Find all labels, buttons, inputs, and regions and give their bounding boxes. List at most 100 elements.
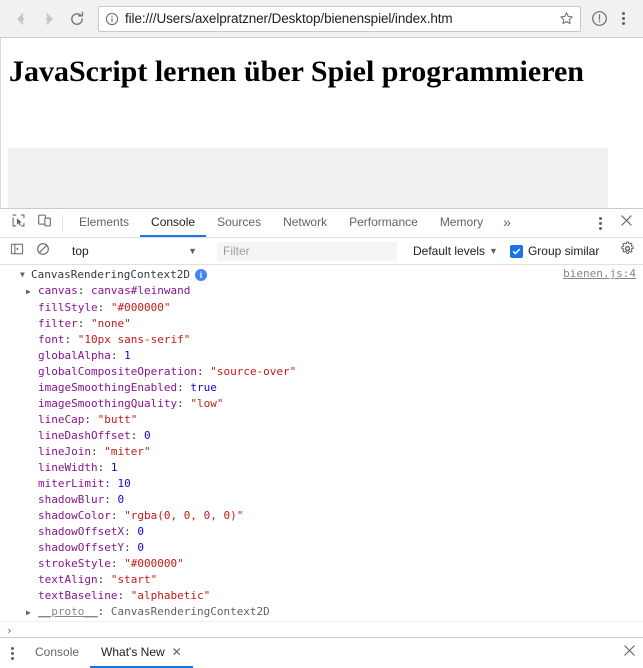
bookmark-star-icon[interactable] bbox=[559, 11, 574, 26]
console-sidebar-button[interactable] bbox=[4, 238, 30, 264]
property-name: __proto__ bbox=[38, 605, 98, 618]
property-name: canvas bbox=[38, 284, 78, 297]
execution-context-selector[interactable]: top ▼ bbox=[67, 241, 202, 261]
devtools-drawer: Console What's New ✕ bbox=[0, 637, 643, 668]
chevron-down-icon: ▼ bbox=[489, 246, 498, 256]
object-property-row: shadowColor: "rgba(0, 0, 0, 0)" bbox=[0, 508, 643, 524]
property-separator: : bbox=[110, 509, 125, 522]
property-value[interactable]: CanvasRenderingContext2D bbox=[111, 605, 270, 618]
tab-network[interactable]: Network bbox=[272, 209, 338, 237]
object-property-row: miterLimit: 10 bbox=[0, 476, 643, 492]
drawer-close-button[interactable] bbox=[615, 638, 643, 668]
property-value[interactable]: canvas#leinwand bbox=[91, 284, 190, 297]
reload-button[interactable] bbox=[64, 6, 90, 32]
disclosure-triangle-collapsed[interactable]: ▶ bbox=[26, 605, 38, 621]
property-separator: : bbox=[97, 573, 111, 586]
three-dot-menu-icon[interactable] bbox=[611, 7, 635, 31]
devtools-close-button[interactable] bbox=[613, 210, 639, 236]
close-icon bbox=[623, 644, 636, 662]
console-filter-input[interactable] bbox=[217, 241, 397, 261]
url-text[interactable]: file:///Users/axelpratzner/Desktop/biene… bbox=[125, 11, 553, 26]
back-button[interactable] bbox=[8, 6, 34, 32]
object-proto-row[interactable]: ▶ __proto__: CanvasRenderingContext2D bbox=[0, 604, 643, 621]
object-property-row[interactable]: ▶ canvas: canvas#leinwand bbox=[0, 283, 643, 300]
source-link[interactable]: bienen.js:4 bbox=[563, 267, 636, 280]
object-property-row: lineJoin: "miter" bbox=[0, 444, 643, 460]
property-separator: : bbox=[97, 301, 111, 314]
drawer-menu-button[interactable] bbox=[0, 638, 24, 668]
object-property-row: lineCap: "butt" bbox=[0, 412, 643, 428]
property-separator: : bbox=[84, 413, 98, 426]
property-name: shadowOffsetX bbox=[38, 525, 125, 538]
object-property-row: imageSmoothingEnabled: true bbox=[0, 380, 643, 396]
chevron-down-icon: ▼ bbox=[188, 246, 197, 256]
property-name: imageSmoothingQuality bbox=[38, 397, 178, 410]
property-separator: : bbox=[124, 541, 138, 554]
property-value: "miter" bbox=[104, 445, 151, 458]
log-levels-selector[interactable]: Default levels ▼ bbox=[413, 244, 498, 258]
property-value: true bbox=[190, 381, 217, 394]
property-separator: : bbox=[64, 333, 78, 346]
console-settings-button[interactable] bbox=[614, 238, 640, 264]
property-separator: : bbox=[97, 461, 111, 474]
three-dot-menu-icon bbox=[598, 216, 602, 230]
tab-console[interactable]: Console bbox=[140, 209, 207, 237]
property-value: "#000000" bbox=[124, 557, 184, 570]
tab-elements[interactable]: Elements bbox=[68, 209, 140, 237]
object-property-row: fillStyle: "#000000" bbox=[0, 300, 643, 316]
tab-sources[interactable]: Sources bbox=[206, 209, 272, 237]
console-prompt[interactable]: › bbox=[0, 622, 643, 637]
drawer-tab-console[interactable]: Console bbox=[24, 638, 90, 668]
tab-memory[interactable]: Memory bbox=[429, 209, 494, 237]
object-header-row[interactable]: ▼ CanvasRenderingContext2D i bbox=[0, 267, 643, 283]
property-separator: : bbox=[77, 284, 91, 297]
property-name: miterLimit bbox=[38, 477, 105, 490]
drawer-tab-label: What's New bbox=[101, 645, 165, 659]
devtools-tabbar: Elements Console Sources Network Perform… bbox=[0, 209, 643, 238]
disclosure-triangle-collapsed[interactable]: ▶ bbox=[26, 284, 38, 300]
page-info-icon[interactable] bbox=[105, 12, 119, 26]
property-separator: : bbox=[97, 605, 111, 618]
object-property-row: shadowOffsetX: 0 bbox=[0, 524, 643, 540]
reload-icon bbox=[68, 10, 86, 28]
property-separator: : bbox=[117, 589, 131, 602]
property-value: "alphabetic" bbox=[130, 589, 211, 602]
property-name: lineDashOffset bbox=[38, 429, 131, 442]
property-separator: : bbox=[177, 397, 191, 410]
address-bar[interactable]: file:///Users/axelpratzner/Desktop/biene… bbox=[98, 5, 581, 32]
more-tabs-button[interactable]: » bbox=[494, 209, 520, 237]
drawer-tab-whats-new[interactable]: What's New ✕ bbox=[90, 638, 193, 668]
property-name: lineWidth bbox=[38, 461, 98, 474]
checkmark-icon bbox=[512, 248, 521, 254]
page-title: JavaScript lernen über Spiel programmier… bbox=[9, 55, 584, 88]
property-name: strokeStyle bbox=[38, 557, 111, 570]
clear-console-button[interactable] bbox=[30, 238, 56, 264]
property-value: 1 bbox=[124, 349, 131, 362]
property-separator: : bbox=[196, 365, 211, 378]
devtools-main-menu-button[interactable] bbox=[587, 210, 613, 236]
arrow-right-icon bbox=[40, 10, 58, 28]
close-icon[interactable]: ✕ bbox=[172, 646, 182, 658]
console-message[interactable]: bienen.js:4 ▼ CanvasRenderingContext2D i ▶… bbox=[0, 265, 643, 622]
tab-performance[interactable]: Performance bbox=[338, 209, 429, 237]
property-separator: : bbox=[110, 557, 125, 570]
property-value: 10 bbox=[117, 477, 131, 490]
device-toolbar-button[interactable] bbox=[31, 210, 57, 236]
page-viewport: JavaScript lernen über Spiel programmier… bbox=[0, 38, 643, 243]
disclosure-triangle-expanded[interactable]: ▼ bbox=[20, 267, 30, 283]
property-separator: : bbox=[104, 493, 118, 506]
gear-icon bbox=[620, 241, 635, 261]
group-similar-toggle[interactable]: Group similar bbox=[509, 244, 599, 258]
clear-console-icon bbox=[36, 242, 50, 261]
toolbar-divider bbox=[62, 215, 63, 231]
property-value: 0 bbox=[117, 493, 125, 506]
profile-circle-icon[interactable] bbox=[587, 7, 611, 31]
console-message-list[interactable]: bienen.js:4 ▼ CanvasRenderingContext2D i ▶… bbox=[0, 265, 643, 637]
property-value: "source-over" bbox=[210, 365, 297, 378]
object-property-row: font: "10px sans-serif" bbox=[0, 332, 643, 348]
three-dot-menu-icon bbox=[10, 646, 14, 660]
forward-button[interactable] bbox=[36, 6, 62, 32]
device-toolbar-icon bbox=[37, 213, 52, 233]
inspect-element-button[interactable] bbox=[5, 210, 31, 236]
group-similar-checkbox[interactable] bbox=[509, 244, 523, 258]
